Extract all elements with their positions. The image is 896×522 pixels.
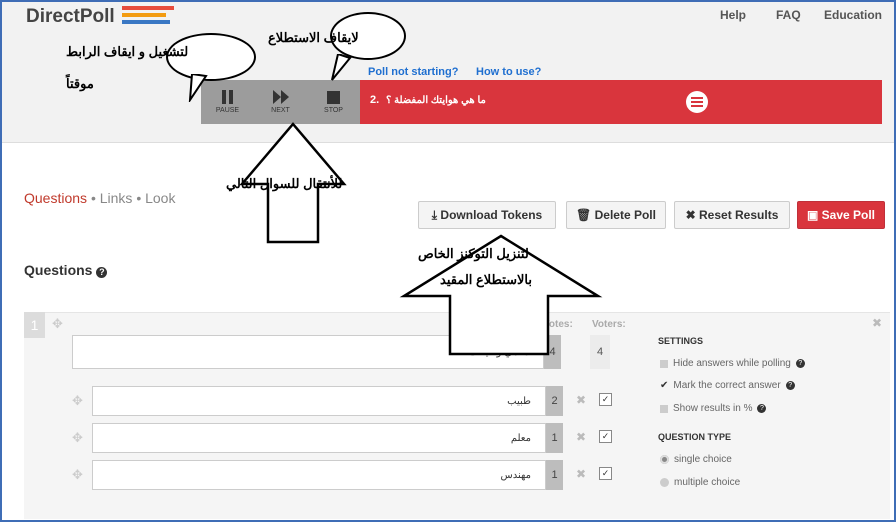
annotation-next-question: للأنتقال للسوال التالي [226,176,343,191]
annotation-download-tokens-2: بالاستطلاع المقيد [440,272,533,287]
current-question-number: 2. [370,94,380,106]
help-icon[interactable]: ? [757,404,767,413]
save-poll-button[interactable]: ▣ Save Poll [797,201,885,229]
remove-answer-icon[interactable]: ✖ [576,467,586,481]
help-icon[interactable]: ? [795,359,805,368]
correct-answer-checkbox[interactable]: ✓ [599,467,612,480]
tab-look[interactable]: Look [145,190,175,206]
mark-correct-option[interactable]: ✔ Mark the correct answer ? [660,380,795,391]
checkbox-icon [660,404,668,413]
help-icon[interactable]: ? [785,381,795,390]
answer-input-2[interactable]: معلم [92,423,546,453]
multiple-choice-option[interactable]: multiple choice [660,477,740,488]
remove-answer-icon[interactable]: ✖ [576,430,586,444]
correct-answer-checkbox[interactable]: ✓ [599,393,612,406]
remove-answer-icon[interactable]: ✖ [576,393,586,407]
how-to-use-link[interactable]: How to use? [476,66,541,78]
player-controls: PAUSE NEXT STOP [201,80,360,124]
floppy-icon: ▣ [806,208,822,222]
single-choice-option[interactable]: single choice [660,454,732,465]
pause-icon [222,90,233,104]
answer-votes-1: 2 [546,386,563,416]
help-icon[interactable]: ? [96,267,108,278]
current-question-text: ما هي هوايتك المفضلة ؟ [386,95,486,106]
reset-results-button[interactable]: ✖ Reset Results [674,201,790,229]
download-icon: ⤓ [431,207,441,222]
tab-questions[interactable]: Questions [24,190,87,206]
stop-button[interactable]: STOP [307,80,360,124]
questions-heading: Questions ? [24,262,108,278]
next-button[interactable]: NEXT [254,80,307,124]
current-question-bar: 2. ما هي هوايتك المفضلة ؟ [360,80,882,124]
callout-tail-stop [331,54,352,81]
nav-help[interactable]: Help [720,8,746,22]
tab-links[interactable]: Links [100,190,133,206]
correct-answer-checkbox[interactable]: ✓ [599,430,612,443]
section-tabs: Questions • Links • Look [24,190,176,206]
radio-selected-icon [660,455,669,464]
question-list-icon[interactable] [686,91,708,113]
trash-icon: 🗑 [576,208,595,222]
annotation-stop-poll: لايقاف الاستطلاع [268,30,359,45]
hide-answers-option[interactable]: Hide answers while polling ? [660,358,805,369]
answer-drag-handle-icon[interactable]: ✥ [72,393,83,409]
drag-handle-icon[interactable]: ✥ [52,316,63,332]
app-logo[interactable]: DirectPoll [26,6,115,28]
download-tokens-button[interactable]: ⤓ Download Tokens [418,201,556,229]
settings-title: SETTINGS [658,336,704,346]
fast-forward-icon [272,90,289,104]
answer-votes-2: 1 [546,423,563,453]
delete-question-icon[interactable]: ✖ [872,316,882,330]
annotation-start-pause: لتشغيل و ايقاف الرابط [66,44,189,59]
logo-bars-icon [122,6,174,27]
answer-votes-3: 1 [546,460,563,490]
answer-input-3[interactable]: مهندس [92,460,546,490]
answer-input-1[interactable]: طبيب [92,386,546,416]
nav-faq[interactable]: FAQ [776,8,801,22]
annotation-temporarily: موقتاً [66,76,94,91]
question-type-title: QUESTION TYPE [658,432,732,442]
annotation-download-tokens-1: لتنزيل التوكنز الخاص [418,246,529,261]
show-percent-option[interactable]: Show results in % ? [660,403,767,414]
checkbox-icon [660,359,668,368]
checkmark-icon: ✔ [660,380,669,391]
answer-drag-handle-icon[interactable]: ✥ [72,430,83,446]
answer-drag-handle-icon[interactable]: ✥ [72,467,83,483]
callout-tail-start-pause [188,74,208,102]
radio-icon [660,478,669,487]
delete-poll-button[interactable]: 🗑 Delete Poll [566,201,666,229]
poll-not-starting-link[interactable]: Poll not starting? [368,66,458,78]
stop-icon [327,90,340,104]
nav-education[interactable]: Education [824,8,882,22]
x-icon: ✖ [685,208,699,222]
question-index: 1 [24,312,45,338]
